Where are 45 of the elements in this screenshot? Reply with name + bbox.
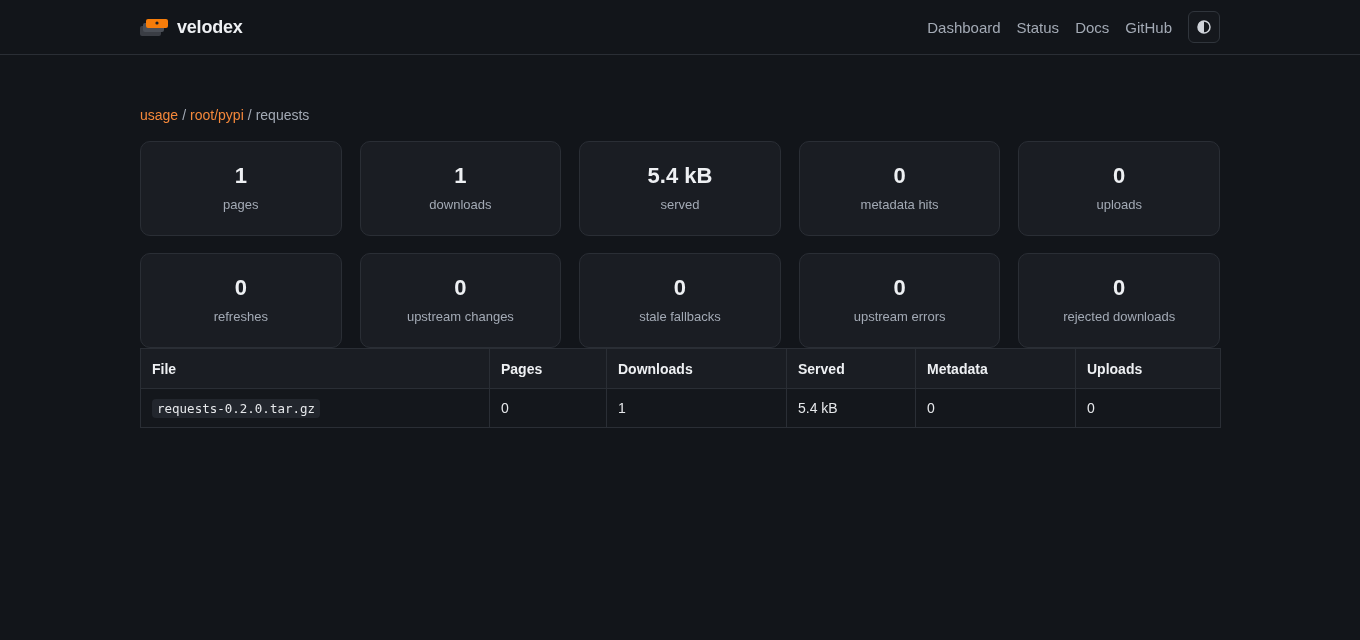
column-header: Metadata	[915, 348, 1076, 389]
stat-label: metadata hits	[860, 197, 939, 212]
contrast-icon	[1197, 20, 1211, 34]
stat-label: downloads	[429, 197, 492, 212]
stat-label: refreshes	[213, 309, 268, 324]
table-cell: 5.4 kB	[786, 388, 916, 428]
stat-value: 5.4 kB	[647, 163, 713, 189]
breadcrumb-link[interactable]: root/pypi	[190, 107, 244, 123]
breadcrumb-link[interactable]: usage	[140, 107, 179, 123]
table-cell: 1	[606, 388, 787, 428]
brand-name: velodex	[177, 16, 243, 38]
stat-value: 1	[454, 163, 467, 189]
stat-label: pages	[223, 197, 259, 212]
stat-label: upstream changes	[406, 309, 514, 324]
column-header: Uploads	[1075, 348, 1221, 389]
table-cell: 0	[1075, 388, 1221, 428]
stat-value: 0	[454, 275, 467, 301]
breadcrumb-separator: /	[182, 107, 187, 123]
stat-value: 0	[893, 275, 906, 301]
stat-label: served	[660, 197, 700, 212]
table-cell: 0	[489, 388, 607, 428]
theme-toggle-button[interactable]	[1188, 11, 1220, 43]
table-cell: 0	[915, 388, 1076, 428]
nav-link[interactable]: Status	[1016, 18, 1060, 36]
stat-label: uploads	[1096, 197, 1142, 212]
column-header: File	[140, 348, 490, 389]
breadcrumb-separator: /	[247, 107, 252, 123]
stat-label: stale fallbacks	[639, 309, 721, 324]
stat-value: 0	[1113, 275, 1126, 301]
nav-link[interactable]: Docs	[1075, 18, 1110, 36]
nav-link[interactable]: Dashboard	[927, 18, 1001, 36]
stat-value: 0	[673, 275, 687, 301]
column-header: Downloads	[606, 348, 787, 389]
stat-value: 0	[893, 163, 906, 189]
nav-link[interactable]: GitHub	[1125, 18, 1172, 36]
current-page-name: requests	[255, 107, 310, 123]
column-header: Pages	[489, 348, 607, 389]
stat-value: 0	[234, 275, 247, 301]
stat-value: 1	[234, 163, 247, 189]
stat-label: rejected downloads	[1063, 309, 1176, 324]
file-name: requests-0.2.0.tar.gz	[152, 399, 321, 418]
logo-icon	[140, 18, 168, 36]
column-header: Served	[786, 348, 916, 389]
stat-label: upstream errors	[853, 309, 946, 324]
stat-value: 0	[1113, 163, 1126, 189]
